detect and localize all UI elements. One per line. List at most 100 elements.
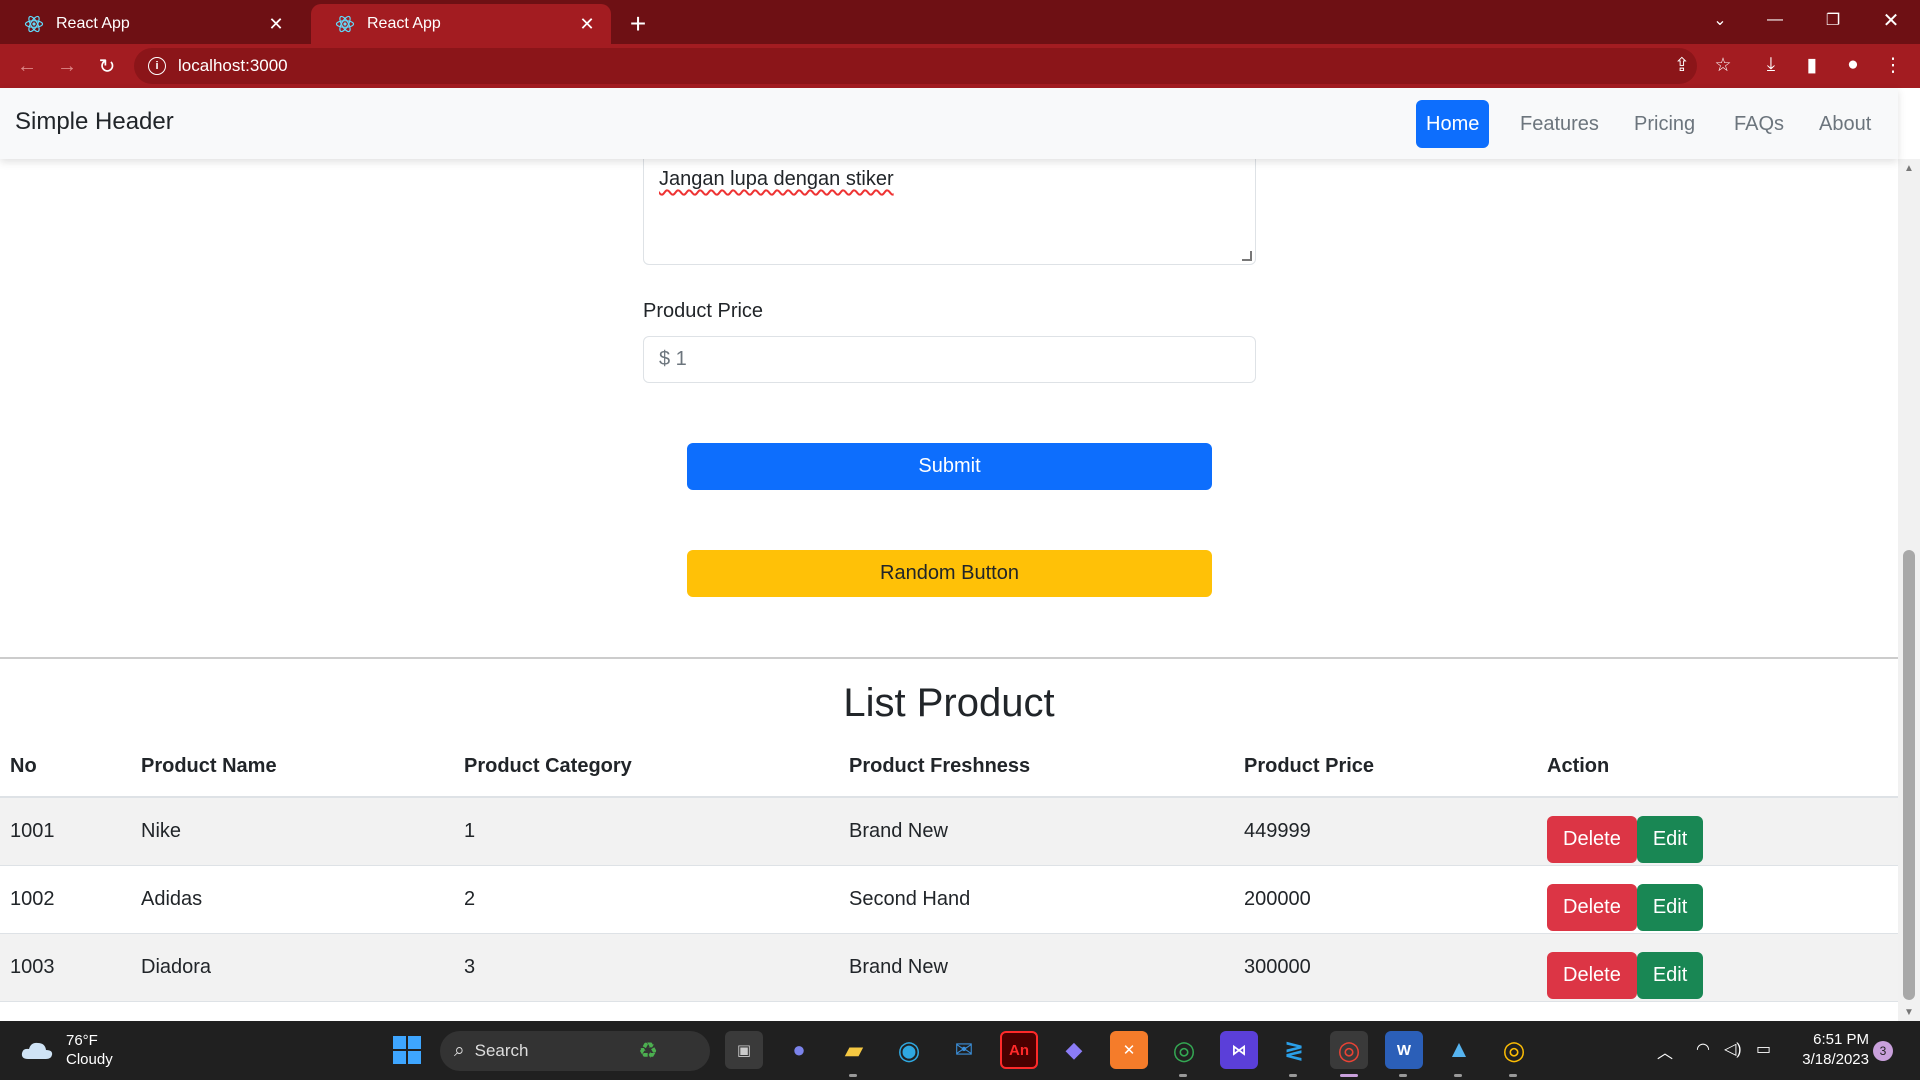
description-text: Jangan lupa dengan stiker [659, 168, 894, 190]
forward-icon[interactable]: → [53, 52, 81, 80]
vscode-icon[interactable]: ≷ [1275, 1031, 1313, 1069]
delete-button[interactable]: Delete [1547, 883, 1637, 931]
restore-icon[interactable]: ❐ [1813, 0, 1853, 40]
teams-chat-icon[interactable]: ● [780, 1031, 818, 1069]
cell-name: Diadora [131, 933, 454, 1002]
edit-button[interactable]: Edit [1636, 951, 1704, 999]
scrollbar-thumb[interactable] [1903, 550, 1915, 1000]
cell-name: Nike [131, 797, 454, 866]
edge-browser-icon[interactable]: ◉ [890, 1031, 928, 1069]
menu-kebab-icon[interactable]: ⋮ [1878, 50, 1908, 80]
cell-category: 1 [454, 797, 839, 866]
tab-search-icon[interactable]: ⌄ [1700, 0, 1740, 40]
close-tab-icon[interactable]: ✕ [577, 14, 597, 34]
windows-start-icon[interactable] [388, 1031, 426, 1069]
weather-widget[interactable]: 76°F Cloudy [20, 1031, 113, 1069]
info-icon[interactable]: i [148, 57, 166, 75]
react-icon [335, 14, 355, 34]
edit-button[interactable]: Edit [1636, 883, 1704, 931]
column-header: Action [1537, 737, 1898, 798]
new-tab-button[interactable]: + [622, 8, 654, 40]
mail-icon[interactable]: ✉ [945, 1031, 983, 1069]
cell-price: 200000 [1234, 865, 1537, 934]
profile-icon[interactable]: ● [1838, 50, 1868, 80]
nav-pricing[interactable]: Pricing [1624, 100, 1705, 148]
resize-handle[interactable] [1242, 251, 1252, 261]
visual-studio-icon[interactable]: ⋈ [1220, 1031, 1258, 1069]
close-window-icon[interactable]: ✕ [1871, 0, 1911, 40]
side-panel-icon[interactable]: ▮ [1797, 50, 1827, 80]
adobe-animate-icon[interactable]: An [1000, 1031, 1038, 1069]
edit-button[interactable]: Edit [1636, 815, 1704, 863]
active-indicator [1340, 1074, 1358, 1077]
reload-icon[interactable]: ↻ [93, 52, 121, 80]
browser-tab-active[interactable]: React App ✕ [311, 4, 611, 44]
cell-freshness: Brand New [839, 933, 1234, 1002]
column-header: Product Category [454, 737, 839, 798]
chrome-profile-icon[interactable]: ◎ [1495, 1031, 1533, 1069]
system-clock[interactable]: 6:51 PM 3/18/2023 [1794, 1030, 1869, 1070]
list-product-title: List Product [843, 681, 1055, 725]
cell-action: Delete Edit [1537, 797, 1898, 866]
nav-features[interactable]: Features [1510, 100, 1609, 148]
notification-badge[interactable]: 3 [1873, 1041, 1893, 1061]
table-header-row: No Product Name Product Category Product… [0, 737, 1898, 798]
column-header: Product Freshness [839, 737, 1234, 798]
wifi-icon[interactable]: ◠ [1696, 1039, 1710, 1059]
browser-tab-strip: React App ✕ React App ✕ + ⌄ — ❐ ✕ [0, 0, 1920, 44]
show-hidden-icons-icon[interactable]: ︿ [1657, 1039, 1673, 1063]
scroll-up-icon[interactable]: ▲ [1898, 159, 1920, 177]
nav-faqs[interactable]: FAQs [1724, 100, 1794, 148]
cloud-icon [20, 1039, 54, 1061]
column-header: Product Name [131, 737, 454, 798]
recycle-icon: ♻ [638, 1038, 658, 1063]
bookmark-star-icon[interactable]: ☆ [1708, 50, 1738, 80]
search-label: Search [474, 1041, 529, 1060]
nav-home[interactable]: Home [1416, 100, 1490, 148]
clock-time: 6:51 PM [1813, 1031, 1869, 1048]
table-row: 1003 Diadora 3 Brand New 300000 Delete Ed… [0, 933, 1898, 1002]
close-tab-icon[interactable]: ✕ [266, 14, 286, 34]
cell-no: 1002 [0, 865, 131, 934]
file-explorer-icon[interactable]: ▰ [835, 1031, 873, 1069]
cell-category: 2 [454, 865, 839, 934]
tab-title: React App [367, 15, 441, 32]
cell-price: 300000 [1234, 933, 1537, 1002]
submit-button[interactable]: Submit [687, 443, 1212, 490]
word-icon[interactable]: W [1385, 1031, 1423, 1069]
minimize-icon[interactable]: — [1755, 0, 1795, 40]
share-icon[interactable]: ⇪ [1667, 50, 1697, 80]
app-navbar: Simple Header Home Features Pricing FAQs… [0, 88, 1898, 159]
running-indicator [1454, 1074, 1462, 1077]
task-view-icon[interactable]: ▣ [725, 1031, 763, 1069]
scroll-down-icon[interactable]: ▼ [1898, 1003, 1920, 1021]
volume-icon[interactable]: ◁) [1724, 1039, 1742, 1059]
column-header: Product Price [1234, 737, 1537, 798]
page-content: Jangan lupa dengan stiker Product Price … [0, 159, 1898, 1021]
product-price-input[interactable]: $ 1 [643, 336, 1256, 383]
power-automate-icon[interactable]: ◆ [1055, 1031, 1093, 1069]
chrome-active-icon[interactable]: ◎ [1330, 1031, 1368, 1069]
address-bar[interactable]: i localhost:3000 [134, 48, 1697, 84]
product-description-textarea[interactable]: Jangan lupa dengan stiker [643, 159, 1256, 265]
battery-icon[interactable]: ▭ [1756, 1039, 1771, 1059]
delete-button[interactable]: Delete [1547, 951, 1637, 999]
cell-action: Delete Edit [1537, 933, 1898, 1002]
table-row: 1002 Adidas 2 Second Hand 200000 Delete E… [0, 865, 1898, 934]
product-table: No Product Name Product Category Product… [0, 737, 1898, 1002]
back-icon[interactable]: ← [13, 52, 41, 80]
photos-icon[interactable]: ▲ [1440, 1031, 1478, 1069]
react-icon [24, 14, 44, 34]
download-icon[interactable]: ⤓ [1756, 50, 1786, 80]
taskbar-search[interactable]: ⌕ Search ♻ [440, 1031, 710, 1071]
nav-about[interactable]: About [1809, 100, 1881, 148]
delete-button[interactable]: Delete [1547, 815, 1637, 863]
running-indicator [1289, 1074, 1297, 1077]
xampp-icon[interactable]: ✕ [1110, 1031, 1148, 1069]
random-button[interactable]: Random Button [687, 550, 1212, 597]
brand-title[interactable]: Simple Header [15, 108, 174, 136]
browser-tab[interactable]: React App ✕ [0, 4, 300, 44]
page-scrollbar[interactable]: ▲ ▼ [1898, 159, 1920, 1021]
running-indicator [849, 1074, 857, 1077]
chrome-icon[interactable]: ◎ [1165, 1031, 1203, 1069]
